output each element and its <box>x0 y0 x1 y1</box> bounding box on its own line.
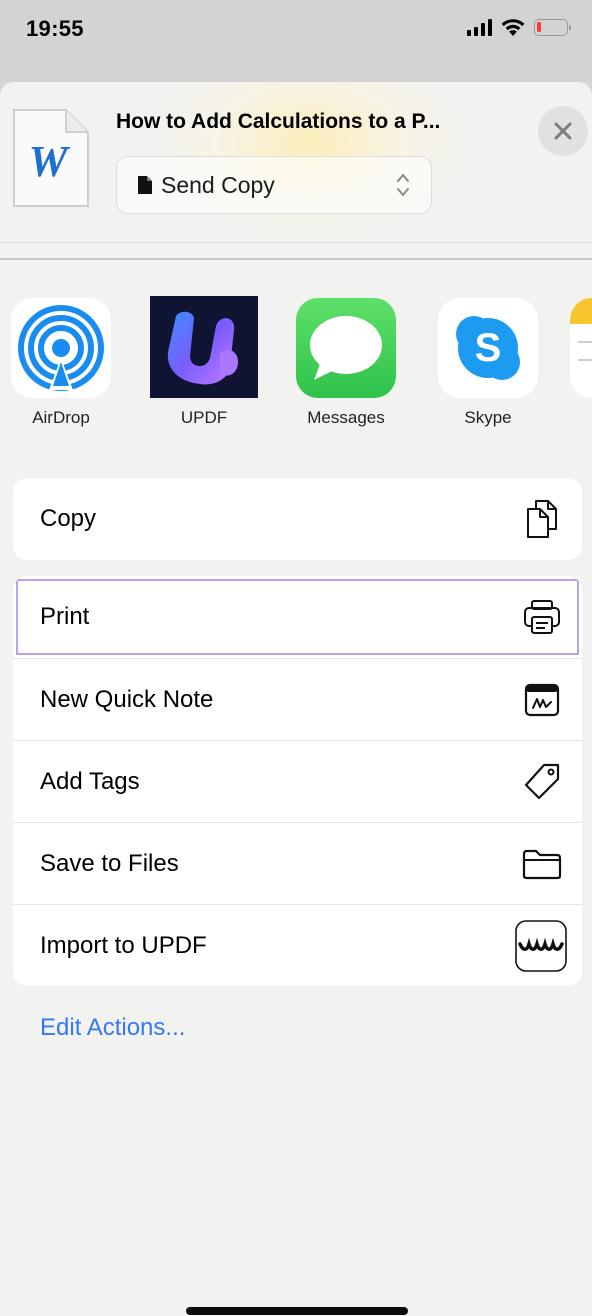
action-label: Copy <box>40 505 97 532</box>
svg-text:S: S <box>475 326 502 370</box>
action-label: Print <box>40 603 90 630</box>
copy-icon <box>522 499 562 539</box>
app-label: UPDF <box>180 408 228 427</box>
updf-app-icon <box>150 296 258 398</box>
messages-icon <box>296 298 396 398</box>
action-label: Add Tags <box>40 767 140 795</box>
action-new-quick-note[interactable]: New Quick Note <box>13 658 582 740</box>
battery-icon <box>534 18 571 36</box>
action-copy[interactable]: Copy <box>13 478 582 560</box>
word-document-icon: W <box>13 109 89 207</box>
action-add-tags[interactable]: Add Tags <box>13 740 582 822</box>
doc-icon-letter: W <box>28 137 70 186</box>
status-time: 19:55 <box>26 16 84 41</box>
share-sheet: W How to Add Calculations to a P... Send… <box>0 82 592 1316</box>
actions-group-copy: Copy <box>13 478 582 560</box>
cellular-signal-icon <box>467 18 492 36</box>
document-title: How to Add Calculations to a P... <box>116 110 441 133</box>
status-icons <box>467 17 571 37</box>
app-skype[interactable]: S Skype <box>428 298 548 428</box>
quick-note-icon <box>522 680 562 720</box>
app-label: AirDrop <box>32 408 90 427</box>
send-mode-select[interactable]: Send Copy <box>116 156 432 214</box>
app-label: Messages <box>307 408 385 427</box>
status-bar: 19:55 <box>0 0 592 82</box>
app-notes-partial[interactable] <box>570 298 592 398</box>
airdrop-icon <box>11 298 111 398</box>
notes-icon <box>570 298 592 398</box>
chevron-up-down-icon <box>397 174 409 196</box>
app-airdrop[interactable]: AirDrop <box>1 298 121 428</box>
action-label: Import to UPDF <box>40 931 207 959</box>
app-label: Skype <box>464 408 512 427</box>
action-label: Save to Files <box>40 849 179 877</box>
skype-icon: S <box>438 298 538 398</box>
action-label: New Quick Note <box>40 685 214 713</box>
wifi-icon <box>501 19 525 36</box>
divider <box>0 258 592 260</box>
send-mode-label: Send Copy <box>161 171 275 198</box>
edit-actions-link[interactable]: Edit Actions... <box>40 1014 185 1042</box>
home-indicator <box>186 1307 408 1315</box>
updf-import-icon <box>515 919 567 972</box>
tag-icon <box>522 762 562 802</box>
printer-icon <box>522 597 562 637</box>
folder-icon <box>522 844 562 884</box>
document-icon <box>138 176 152 194</box>
app-updf[interactable]: UPDF <box>144 296 264 428</box>
action-save-to-files[interactable]: Save to Files <box>13 822 582 904</box>
app-messages[interactable]: Messages <box>286 298 406 428</box>
action-print[interactable]: Print <box>13 576 582 658</box>
divider <box>0 242 592 243</box>
close-button[interactable] <box>538 106 588 156</box>
action-import-to-updf[interactable]: Import to UPDF <box>13 904 582 986</box>
actions-group-main: Print New Quick Note Add Tags Save to Fi… <box>13 576 582 986</box>
close-icon <box>554 122 572 140</box>
